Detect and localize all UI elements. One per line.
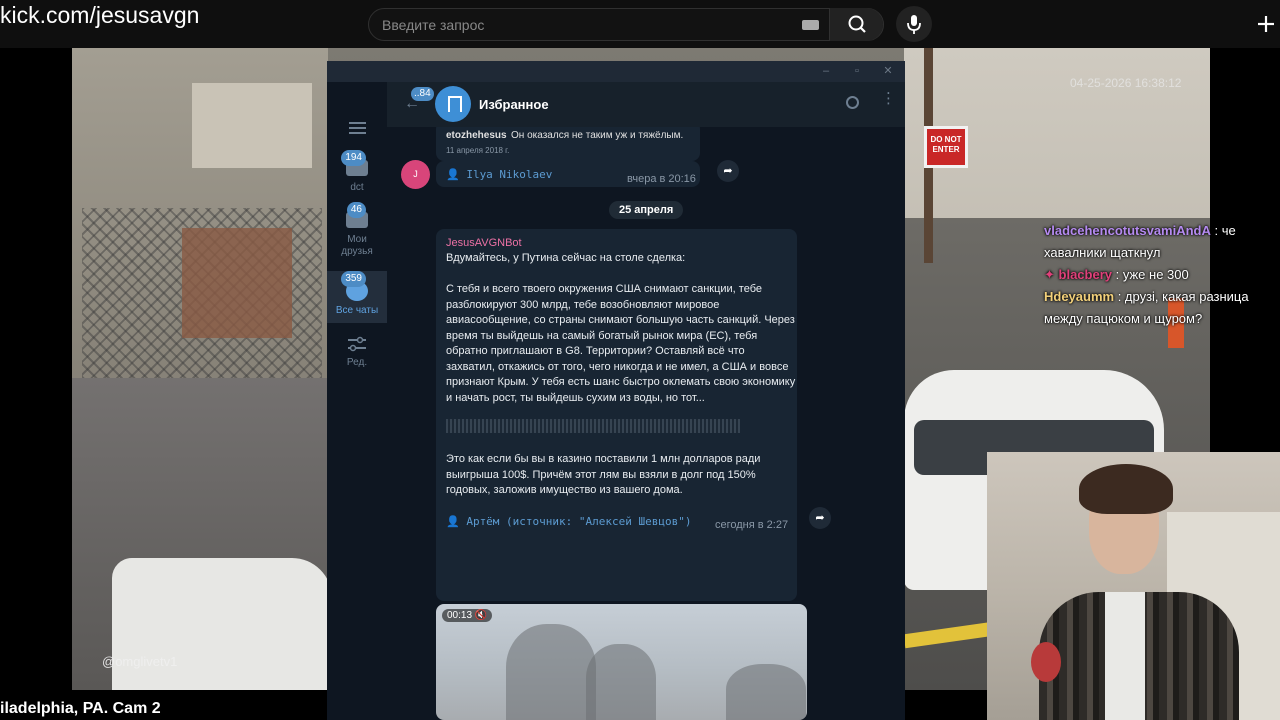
- folder-edit[interactable]: Ред.: [327, 335, 387, 375]
- back-unread-badge: ..84: [411, 87, 434, 101]
- search-icon[interactable]: [846, 96, 859, 109]
- forward-text: Он оказался не таким уж и тяжёлым.: [511, 130, 684, 141]
- mute-icon[interactable]: 🔇: [475, 610, 487, 621]
- folder-label: Все чаты: [335, 305, 379, 316]
- unread-badge: 359: [341, 271, 366, 287]
- message-source[interactable]: 👤 Ilya Nikolaev: [446, 168, 552, 181]
- chat-user-icon: ✦: [1044, 267, 1059, 282]
- top-bar: kick.com/jesusavgn: [0, 0, 1280, 48]
- chat-message: Hdeyaumm : друзі, какая разница между па…: [1044, 286, 1280, 330]
- folder-dct[interactable]: 194 dct: [327, 150, 387, 204]
- chat-title[interactable]: Избранное: [479, 97, 549, 112]
- folder-label: dct: [350, 182, 364, 193]
- create-button[interactable]: [1250, 8, 1280, 40]
- video-rusty-door: [182, 228, 292, 338]
- streamer-webcam: [987, 452, 1280, 720]
- folder-icon: 46: [346, 202, 368, 228]
- folder-icon: 194: [341, 150, 368, 176]
- plus-icon: [1258, 16, 1274, 32]
- chat-text: : уже не 300: [1112, 267, 1189, 282]
- window-titlebar: – ▫ ✕: [327, 61, 905, 82]
- video-tree: [726, 664, 806, 720]
- sliders-icon: [348, 336, 366, 352]
- folder-label: Мои друзья: [341, 234, 373, 257]
- video-tree: [586, 644, 656, 720]
- webcam-shirt: [1105, 592, 1145, 720]
- forwarded-message[interactable]: etozhehesus Он оказался не таким уж и тя…: [436, 127, 700, 161]
- keyboard-icon[interactable]: [802, 20, 819, 30]
- minimize-icon[interactable]: –: [820, 65, 832, 77]
- forward-date: 11 апреля 2018 г.: [446, 146, 510, 155]
- message-paragraph: Вдумайтесь, у Путина сейчас на столе сде…: [446, 252, 686, 264]
- unread-badge: 194: [341, 150, 366, 166]
- video-duration-badge: 00:13 🔇: [442, 609, 493, 622]
- message-time: сегодня в 2:27: [715, 519, 789, 531]
- chat-header: ← ..84 Избранное ⋮: [387, 82, 905, 127]
- search-box: [368, 8, 884, 41]
- spoiler-text[interactable]: [446, 419, 740, 433]
- date-separator: 25 апреля: [609, 201, 684, 219]
- video-duration: 00:13: [447, 610, 473, 621]
- telegram-window: – ▫ ✕ 194 dct 46 Мои друзья 359 Все чаты: [327, 61, 905, 720]
- message-paragraph: С тебя и всего твоего окружения США сним…: [446, 283, 796, 404]
- share-icon[interactable]: ➦: [717, 160, 739, 182]
- stream-chat: vladcehencotutsvamiAndA : че хавалники щ…: [1044, 220, 1280, 330]
- url-text: kick.com/jesusavgn: [0, 2, 200, 28]
- video-tree: [506, 624, 596, 720]
- video-car-left: [112, 558, 332, 690]
- folders-sidebar: 194 dct 46 Мои друзья 359 Все чаты Ред.: [327, 82, 387, 720]
- forward-sender: etozhehesus: [446, 130, 507, 141]
- message-source[interactable]: 👤 Артём (источник: "Алексей Шевцов"): [446, 515, 692, 528]
- video-billboard: [192, 83, 312, 168]
- message-author[interactable]: JesusAVGNBot: [446, 237, 522, 249]
- video-timestamp: 04-25-2026 16:38:12: [1070, 76, 1182, 90]
- webcam-microphone: [1031, 642, 1061, 682]
- close-icon[interactable]: ✕: [882, 65, 894, 77]
- menu-icon[interactable]: [349, 122, 366, 134]
- message-text: Вдумайтесь, у Путина сейчас на столе сде…: [446, 251, 796, 422]
- stage: kick.com/jesusavgn Введите запрос DO NOT…: [0, 0, 1280, 720]
- chat-username[interactable]: Hdeyaumm: [1044, 289, 1114, 304]
- folder-label: Ред.: [346, 357, 368, 368]
- message-paragraph: Это как если бы вы в казино поставили 1 …: [446, 453, 761, 496]
- more-icon[interactable]: ⋮: [881, 91, 896, 106]
- message-time: вчера в 20:16: [627, 173, 696, 185]
- search-button[interactable]: [829, 8, 883, 41]
- bookmark-icon[interactable]: [435, 86, 471, 122]
- video-watermark: @omglivetv1: [102, 654, 178, 669]
- camera-label: iladelphia, PA. Cam 2: [0, 700, 161, 717]
- chat-area[interactable]: etozhehesus Он оказался не таким уж и тя…: [387, 127, 905, 720]
- folder-all-chats[interactable]: 359 Все чаты: [327, 271, 387, 323]
- search-icon: [848, 15, 866, 33]
- voice-search-button[interactable]: [896, 6, 932, 42]
- video-do-not-enter-sign: DO NOT ENTER: [924, 126, 968, 168]
- mic-icon: [907, 15, 921, 34]
- chat-username[interactable]: vladcehencotutsvamiAndA: [1044, 223, 1211, 238]
- webcam-streamer-hair: [1079, 464, 1173, 514]
- avatar[interactable]: J: [401, 160, 430, 189]
- maximize-icon[interactable]: ▫: [851, 65, 863, 77]
- video-message[interactable]: 00:13 🔇: [436, 604, 807, 720]
- chat-username[interactable]: blacbery: [1059, 267, 1112, 282]
- search-input[interactable]: [369, 9, 831, 40]
- chat-message: vladcehencotutsvamiAndA : че хавалники щ…: [1044, 220, 1280, 264]
- sign-text: DO NOT ENTER: [930, 135, 962, 154]
- share-icon[interactable]: ➦: [809, 507, 831, 529]
- folder-friends[interactable]: 46 Мои друзья: [327, 202, 387, 267]
- chat-message: ✦ blacbery : уже не 300: [1044, 264, 1280, 286]
- unread-badge: 46: [346, 202, 366, 218]
- chats-icon: 359: [341, 271, 368, 301]
